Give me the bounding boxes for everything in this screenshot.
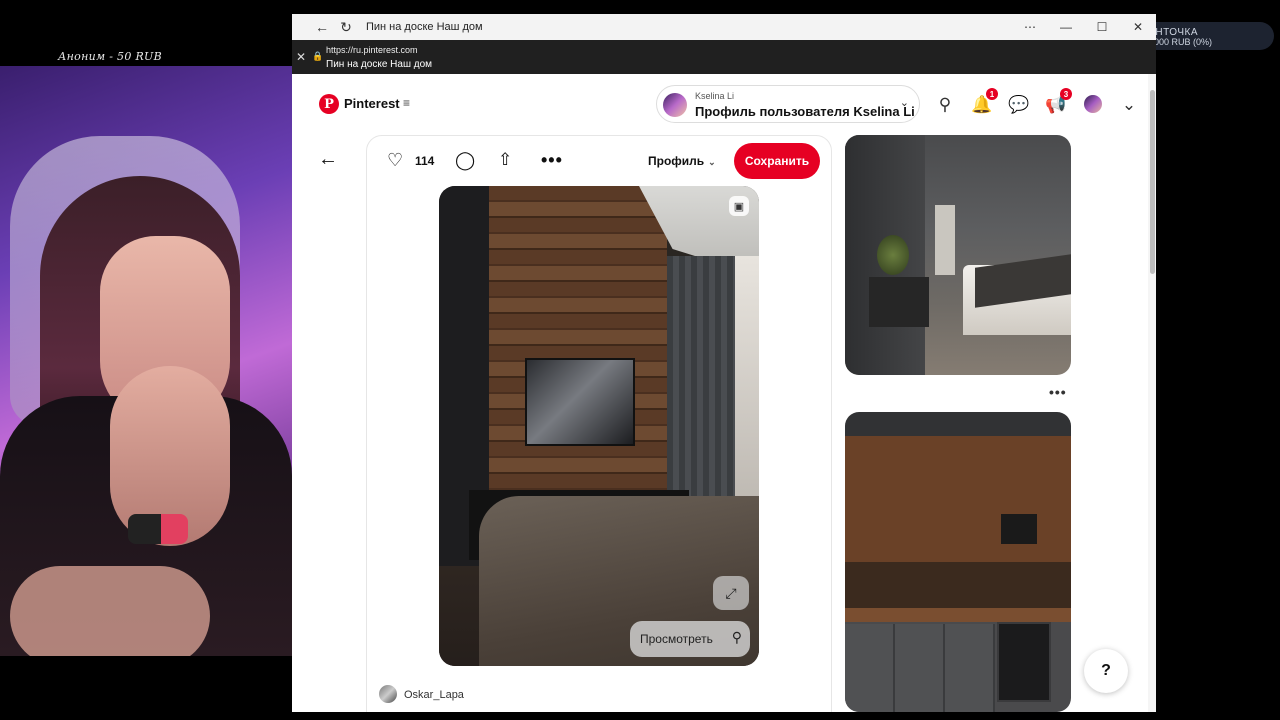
image-curtain <box>667 256 737 526</box>
share-icon[interactable]: ⇧ <box>498 150 512 170</box>
expand-icon[interactable]: ⤢ <box>713 576 749 610</box>
image-window <box>735 256 759 516</box>
url-page-title: Пин на доске Наш дом <box>326 59 433 70</box>
lock-icon: 🔒 <box>312 51 324 61</box>
image-wood-panel <box>489 186 667 526</box>
back-icon[interactable]: ← <box>310 14 334 40</box>
creator-name[interactable]: Oskar_Lapa <box>404 689 464 701</box>
related-pin-oven <box>997 622 1051 702</box>
window-controls: ⋯ — ☐ ✕ <box>1012 14 1156 40</box>
board-select[interactable]: Профиль ⌄ <box>648 154 716 168</box>
webcam-feed <box>0 66 292 656</box>
visual-search-icon: ⚲ <box>731 629 742 645</box>
scrollbar-thumb[interactable] <box>1150 90 1155 274</box>
related-pin-microwave <box>1001 514 1037 544</box>
image-tv <box>525 358 635 446</box>
hamburger-icon[interactable]: ≡ <box>403 96 410 110</box>
related-pin[interactable] <box>845 412 1071 712</box>
visual-search-icon[interactable]: ▣ <box>729 196 749 216</box>
url-host: https://ru.pinterest.com <box>326 45 418 55</box>
reload-icon[interactable]: ↻ <box>334 14 358 40</box>
pin-card: ♡ 114 ◯ ⇧ ••• Профиль ⌄ Сохранить ▣ ⤢ Пр… <box>366 135 832 712</box>
related-pin[interactable] <box>845 135 1071 375</box>
bell-icon[interactable]: 🔔 1 <box>971 88 998 116</box>
webcam-watch <box>128 514 188 544</box>
pin-image[interactable]: ▣ ⤢ Просмотреть ⚲ <box>439 186 759 666</box>
url-bar[interactable]: ✕ 🔒 https://ru.pinterest.com Пин на доск… <box>292 40 1156 74</box>
account-switcher[interactable]: Kselina Li Профиль пользователя Kselina … <box>656 85 920 123</box>
board-select-label: Профиль <box>648 154 705 168</box>
save-button[interactable]: Сохранить <box>734 143 820 179</box>
more-options-icon[interactable]: ⋯ <box>1012 14 1048 40</box>
avatar[interactable] <box>379 685 397 703</box>
messages-badge: 3 <box>1060 88 1072 100</box>
related-pin-console <box>869 277 929 327</box>
browser-title: Пин на доске Наш дом <box>366 21 483 33</box>
notification-badge: 1 <box>986 88 998 100</box>
maximize-icon[interactable]: ☐ <box>1084 14 1120 40</box>
search-icon[interactable]: ⚲ <box>934 94 956 116</box>
view-button-label: Просмотреть <box>640 632 713 646</box>
account-name-small: Kselina Li <box>695 91 735 101</box>
help-icon: ? <box>1101 662 1111 679</box>
stream-stage: Аноним - 50 RUB НТОЧКА 0 / 100 000 RUB (… <box>0 0 1280 720</box>
chevron-down-icon: ⌄ <box>708 157 716 167</box>
close-icon[interactable]: ✕ <box>296 50 306 64</box>
updates-icon[interactable]: 📢 3 <box>1045 88 1072 116</box>
browser-titlebar: ← ↻ Пин на доске Наш дом ⋯ — ☐ ✕ <box>292 14 1156 40</box>
browser-window: ← ↻ Пин на доске Наш дом ⋯ — ☐ ✕ ✕ 🔒 htt… <box>292 14 1156 712</box>
chat-icon[interactable]: 💬 <box>1008 94 1030 116</box>
comment-icon[interactable]: ◯ <box>455 150 475 171</box>
likes-count: 114 <box>415 154 435 168</box>
view-button[interactable]: Просмотреть ⚲ <box>630 621 750 657</box>
avatar <box>663 93 687 117</box>
back-arrow-icon[interactable]: ← <box>318 148 338 171</box>
chevron-down-icon: ⌄ <box>899 97 909 109</box>
pinterest-header: P Pinterest ≡ Kselina Li Профиль пользов… <box>292 74 1148 134</box>
related-pin-plant <box>877 235 909 275</box>
more-icon[interactable]: ••• <box>1049 384 1067 400</box>
chevron-down-icon[interactable]: ⌄ <box>1118 94 1140 116</box>
close-window-icon[interactable]: ✕ <box>1120 14 1156 40</box>
heart-icon[interactable]: ♡ <box>387 150 403 171</box>
pinterest-logo-icon[interactable]: P <box>319 94 339 114</box>
avatar[interactable] <box>1084 95 1102 113</box>
minimize-icon[interactable]: — <box>1048 14 1084 40</box>
donation-alert: Аноним - 50 RUB <box>58 50 162 63</box>
pinterest-brand[interactable]: Pinterest <box>344 96 400 111</box>
account-profile-label: Профиль пользователя Kselina Li <box>695 104 915 119</box>
related-pin-cabinets <box>845 624 995 712</box>
webcam-arm <box>10 566 210 656</box>
more-icon[interactable]: ••• <box>541 150 563 171</box>
help-button[interactable]: ? <box>1084 649 1128 693</box>
related-pin-door <box>935 205 955 275</box>
related-pin-counter <box>845 608 1071 622</box>
